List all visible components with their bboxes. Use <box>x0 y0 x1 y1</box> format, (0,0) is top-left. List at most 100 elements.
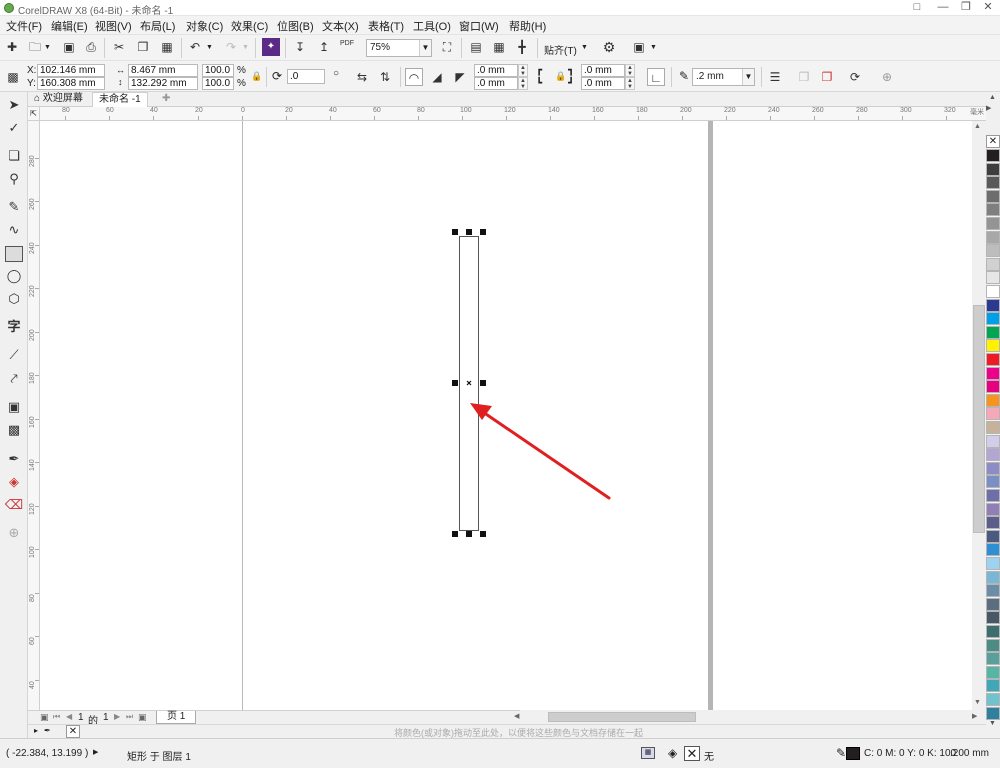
lock-corners-icon[interactable]: 🔒 <box>555 71 566 82</box>
vertical-scroll-thumb[interactable] <box>973 305 985 533</box>
mirror-horizontal-icon[interactable]: ⇆ <box>353 68 371 86</box>
horizontal-scroll-thumb[interactable] <box>548 712 696 722</box>
height-input[interactable]: 132.292 mm <box>128 77 198 90</box>
show-guidelines-icon[interactable]: ╋ <box>513 38 531 56</box>
color-swatch[interactable] <box>986 230 1000 244</box>
color-swatch[interactable] <box>986 271 1000 285</box>
color-swatch[interactable] <box>986 189 1000 203</box>
scroll-right-icon[interactable]: ▶ <box>972 712 977 720</box>
selection-handle[interactable] <box>452 531 458 537</box>
y-position-input[interactable]: 160.308 mm <box>37 77 105 90</box>
smart-fill-icon[interactable]: ⌫ <box>4 495 24 515</box>
chevron-down-icon[interactable]: ▼ <box>44 44 51 51</box>
color-swatch[interactable] <box>986 162 1000 176</box>
spinner-icon[interactable]: ▲ ▼ <box>625 64 635 77</box>
scale-y-input[interactable]: 100.0 <box>202 77 234 90</box>
color-swatch[interactable] <box>986 149 1000 162</box>
account-icon[interactable]: □ <box>906 0 928 16</box>
chevron-down-icon[interactable]: ▼ <box>650 44 657 51</box>
transparency-tool-icon[interactable]: ▩ <box>4 420 24 440</box>
corner-radius-bottom-right-input[interactable]: .0 mm <box>581 77 625 90</box>
add-tool-icon[interactable]: ⊕ <box>4 523 24 543</box>
color-swatch[interactable] <box>986 597 1000 611</box>
interactive-fill-icon[interactable]: ◈ <box>4 472 24 492</box>
color-swatch[interactable] <box>986 638 1000 652</box>
rotation-angle-input[interactable]: .0 <box>287 69 325 84</box>
shape-tool-icon[interactable]: ✓ <box>4 118 24 138</box>
color-eyedropper-icon[interactable]: ✒ <box>4 449 24 469</box>
color-swatch[interactable] <box>986 570 1000 584</box>
palette-scroll-up-icon[interactable]: ▲ <box>989 94 996 101</box>
minimize-button[interactable]: — <box>932 0 954 16</box>
options-gear-icon[interactable]: ⚙ <box>600 38 618 56</box>
color-swatch[interactable] <box>986 693 1000 706</box>
selection-handle[interactable] <box>452 229 458 235</box>
corner-radius-top-left-input[interactable]: .0 mm <box>474 64 518 77</box>
color-swatch[interactable] <box>986 380 1000 394</box>
quick-customize-icon[interactable]: ⊕ <box>878 68 896 86</box>
restore-button[interactable]: ❐ <box>955 0 977 16</box>
color-swatch[interactable] <box>986 285 1000 298</box>
mirror-vertical-icon[interactable]: ⇅ <box>376 68 394 86</box>
save-icon[interactable]: ▣ <box>60 38 78 56</box>
first-page-icon[interactable]: ⏮ <box>53 712 60 722</box>
color-swatch[interactable] <box>986 298 1000 312</box>
horizontal-scrollbar[interactable]: ▶ <box>520 710 986 724</box>
color-swatch[interactable] <box>986 366 1000 380</box>
show-rulers-icon[interactable]: ▤ <box>467 38 485 56</box>
color-swatch[interactable] <box>986 679 1000 693</box>
object-origin-icon[interactable]: ▩ <box>4 68 22 86</box>
color-swatch[interactable] <box>986 448 1000 462</box>
front-minus-back-icon[interactable]: ❐ <box>795 68 813 86</box>
zoom-level-select[interactable]: 75% ▼ <box>366 39 432 57</box>
menu-text[interactable]: 文本(X) <box>322 18 359 34</box>
snap-to-menu[interactable]: 贴齐(T) <box>544 42 577 57</box>
pick-tool-icon[interactable]: ➤ <box>4 95 24 115</box>
selection-handle[interactable] <box>466 531 472 537</box>
polygon-tool-icon[interactable]: ⬡ <box>4 289 24 309</box>
undo-icon[interactable]: ↶ <box>186 38 204 56</box>
scroll-up-icon[interactable]: ▲ <box>974 123 981 130</box>
last-page-icon[interactable]: ⏭ <box>126 712 133 722</box>
round-corner-icon[interactable]: ◠ <box>405 68 423 86</box>
search-content-icon[interactable]: ✦ <box>262 38 280 56</box>
x-position-input[interactable]: 102.146 mm <box>37 64 105 77</box>
redo-icon[interactable]: ↷ <box>222 38 240 56</box>
status-menu-icon[interactable]: ▶ <box>93 748 98 756</box>
connector-tool-icon[interactable]: ⤤ <box>4 369 24 389</box>
color-proof-icon[interactable]: ▦ <box>641 747 655 759</box>
color-swatch[interactable] <box>986 652 1000 666</box>
menu-table[interactable]: 表格(T) <box>368 18 404 34</box>
chevron-down-icon[interactable]: ▼ <box>206 44 213 51</box>
drawing-canvas[interactable] <box>40 121 972 710</box>
tab-document[interactable]: 未命名 -1 <box>92 92 148 107</box>
selection-handle[interactable] <box>466 229 472 235</box>
document-palette-menu-icon[interactable]: ▸ <box>34 726 38 735</box>
color-swatch[interactable] <box>986 529 1000 543</box>
color-swatch[interactable] <box>986 461 1000 475</box>
menu-view[interactable]: 视图(V) <box>95 18 132 34</box>
outline-color-swatch[interactable] <box>846 747 860 760</box>
menu-object[interactable]: 对象(C) <box>186 18 223 34</box>
color-swatch[interactable] <box>986 407 1000 421</box>
chevron-down-icon[interactable]: ▼ <box>581 44 588 51</box>
color-swatch[interactable] <box>986 176 1000 190</box>
paste-icon[interactable]: ▦ <box>158 38 176 56</box>
full-screen-icon[interactable]: ⛶ <box>438 38 456 56</box>
freehand-tool-icon[interactable]: ✎ <box>4 197 24 217</box>
spinner-icon[interactable]: ▲ ▼ <box>518 64 528 77</box>
color-swatch[interactable] <box>986 543 1000 557</box>
color-swatch[interactable] <box>986 312 1000 326</box>
color-swatch[interactable] <box>986 257 1000 271</box>
convert-to-curves-icon[interactable]: ⟳ <box>846 68 864 86</box>
eyedropper-icon[interactable]: ✒ <box>44 726 51 735</box>
color-swatch[interactable] <box>986 339 1000 353</box>
vertical-scrollbar[interactable]: ▲ ▼ <box>972 121 986 710</box>
menu-window[interactable]: 窗口(W) <box>459 18 499 34</box>
publish-pdf-icon[interactable]: PDF <box>340 40 354 47</box>
no-color-swatch-icon[interactable]: ✕ <box>986 135 1000 148</box>
ellipse-tool-icon[interactable]: ◯ <box>4 266 24 286</box>
menu-tools[interactable]: 工具(O) <box>413 18 451 34</box>
selection-handle[interactable] <box>480 380 486 386</box>
selection-handle[interactable] <box>452 380 458 386</box>
